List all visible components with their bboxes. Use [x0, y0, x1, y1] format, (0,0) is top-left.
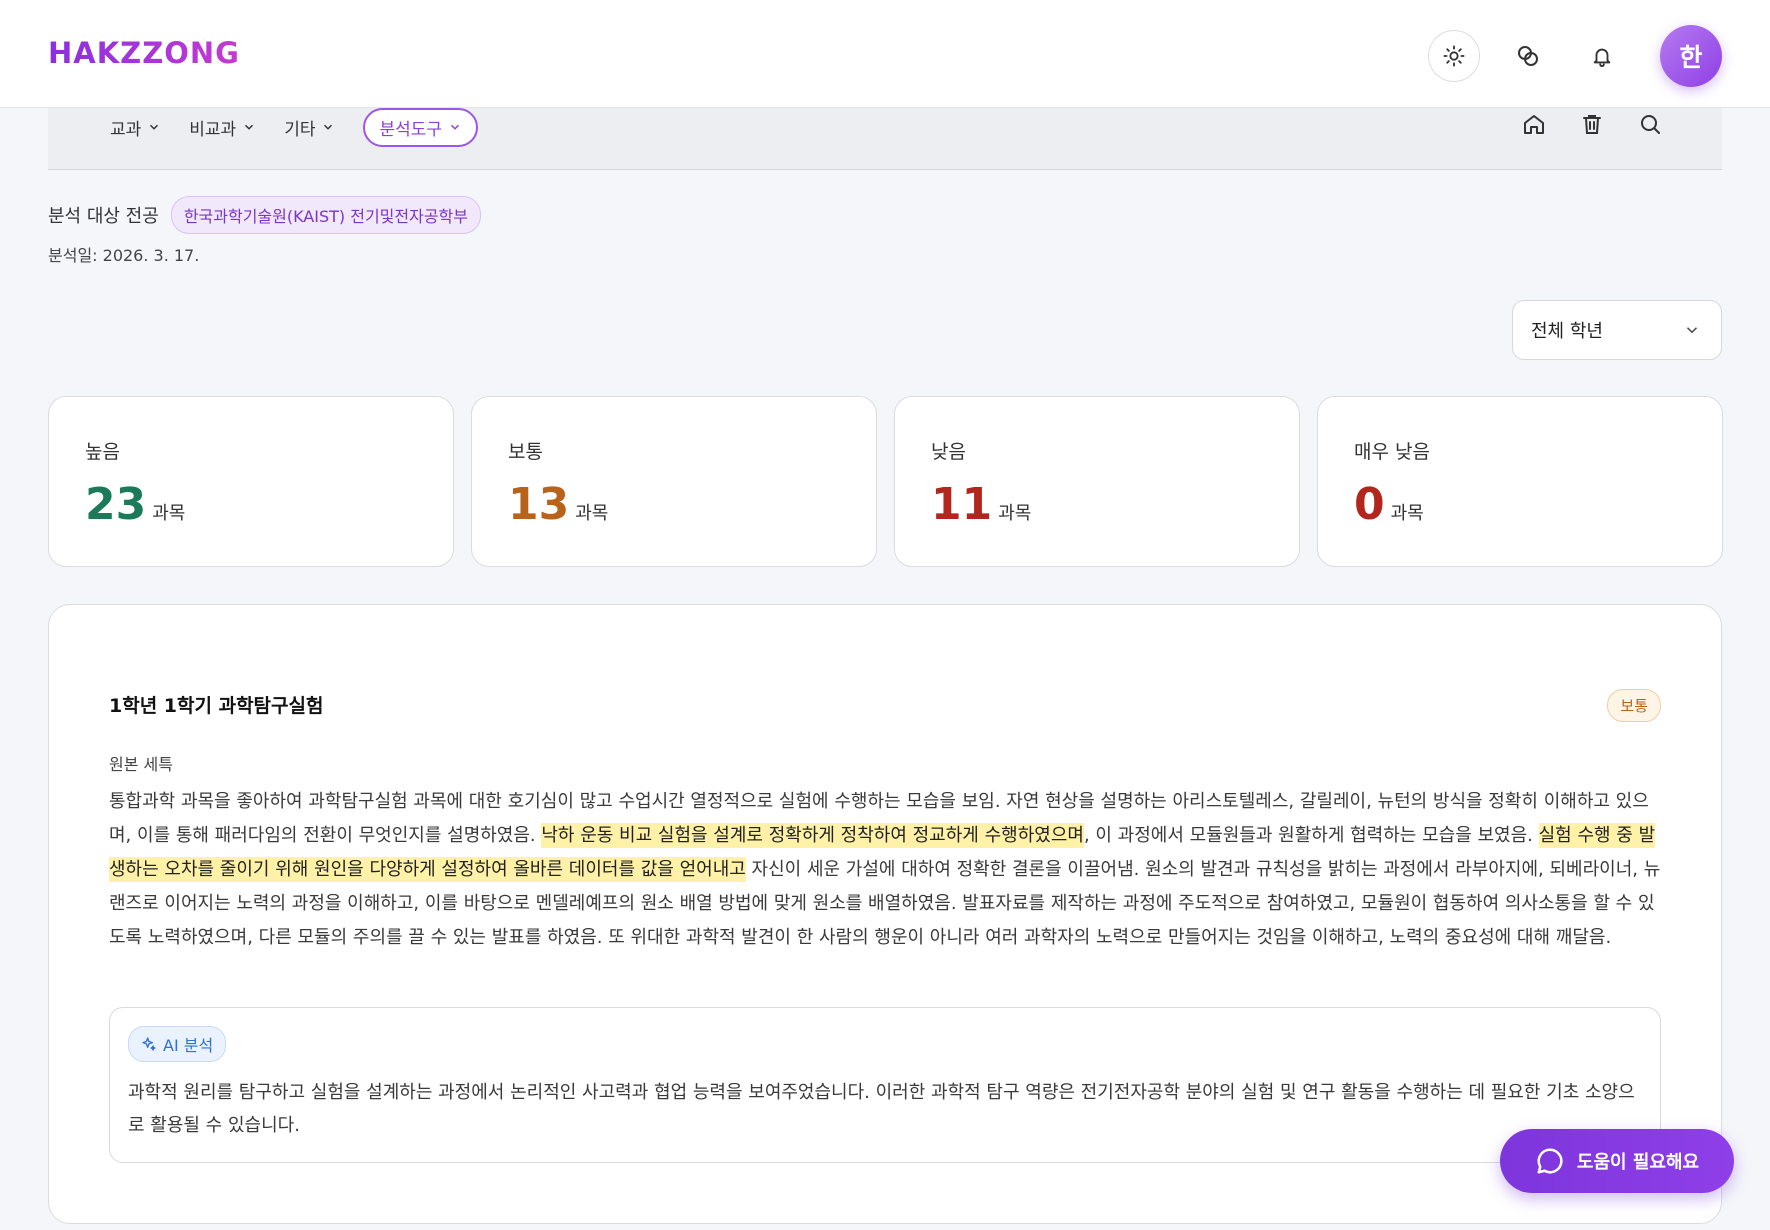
nav-item-label: 기타 — [284, 119, 316, 140]
ai-analysis-text: 과학적 원리를 탐구하고 실험을 설계하는 과정에서 논리적인 사고력과 협업 … — [128, 1082, 1635, 1136]
nav-actions — [1522, 112, 1662, 136]
stat-value-row: 0 과목 — [1354, 479, 1424, 530]
top-actions: 한 — [1428, 25, 1722, 87]
nav-item-analysis-tools[interactable]: 분석도구 — [363, 107, 479, 147]
subject-detail-card: 1학년 1학기 과학탐구실험 보통 원본 세특 통합과학 과목을 좋아하여 과학… — [48, 604, 1722, 1224]
theme-sun-icon[interactable] — [1428, 30, 1480, 82]
highlight-text: 낙하 운동 비교 실험을 설계로 정확하게 정착하여 정교하게 수행하였으며 — [541, 823, 1084, 848]
stat-label: 매우 낮음 — [1354, 441, 1430, 463]
stat-count: 23 — [85, 479, 147, 530]
help-button-label: 도움이 필요해요 — [1576, 1152, 1700, 1173]
nav-item-label: 교과 — [110, 119, 142, 140]
secondary-nav: 교과 비교과 기타 분석도구 — [48, 107, 1722, 170]
major-chip: 한국과학기술원(KAIST) 전기및전자공학부 — [170, 196, 481, 234]
analysis-date: 분석일: 2026. 3. 17. — [48, 246, 200, 265]
top-bar: HAKZZONG 한 — [0, 0, 1770, 108]
stat-unit: 과목 — [152, 503, 186, 524]
ai-analysis-box: AI 분석 과학적 원리를 탐구하고 실험을 설계하는 과정에서 논리적인 사고… — [109, 1007, 1661, 1163]
link-icon[interactable] — [1502, 30, 1554, 82]
stat-label: 높음 — [85, 441, 120, 463]
nav-item-extracurricular[interactable]: 비교과 — [189, 115, 256, 140]
ai-analysis-chip: AI 분석 — [128, 1026, 227, 1062]
trash-icon[interactable] — [1580, 112, 1604, 136]
search-icon[interactable] — [1638, 112, 1662, 136]
app-logo[interactable]: HAKZZONG — [48, 36, 240, 70]
chevron-down-icon — [324, 124, 333, 130]
grade-filter-value: 전체 학년 — [1531, 321, 1603, 342]
stat-value-row: 11 과목 — [931, 479, 1031, 530]
stat-count: 13 — [508, 479, 570, 530]
stat-unit: 과목 — [575, 503, 609, 524]
chevron-down-icon — [245, 124, 254, 130]
ai-analysis-label: AI 분석 — [163, 1036, 214, 1055]
level-badge: 보통 — [1607, 689, 1661, 722]
stat-unit: 과목 — [1390, 503, 1424, 524]
chevron-down-icon — [451, 124, 460, 130]
stat-card-high: 높음 23 과목 — [48, 396, 454, 567]
stat-label: 낮음 — [931, 441, 966, 463]
chevron-down-icon — [1686, 327, 1698, 334]
chevron-down-icon — [150, 124, 159, 130]
stat-count: 0 — [1354, 479, 1385, 530]
nav-item-curricular[interactable]: 교과 — [110, 115, 161, 140]
stat-card-very-low: 매우 낮음 0 과목 — [1317, 396, 1723, 567]
grade-filter-select[interactable]: 전체 학년 — [1512, 300, 1722, 360]
stat-value-row: 13 과목 — [508, 479, 608, 530]
user-avatar[interactable]: 한 — [1660, 25, 1722, 87]
subject-title: 1학년 1학기 과학탐구실험 — [109, 695, 324, 717]
chat-bubble-icon — [1537, 1148, 1563, 1174]
sparkle-icon — [142, 1037, 156, 1051]
nav-item-label: 분석도구 — [379, 119, 443, 140]
nav-item-label: 비교과 — [189, 119, 237, 140]
stat-value-row: 23 과목 — [85, 479, 185, 530]
stat-card-medium: 보통 13 과목 — [471, 396, 877, 567]
stat-count: 11 — [931, 479, 993, 530]
stat-card-low: 낮음 11 과목 — [894, 396, 1300, 567]
stat-label: 보통 — [508, 441, 543, 463]
home-icon[interactable] — [1522, 112, 1546, 136]
original-label: 원본 세특 — [109, 755, 173, 774]
stat-unit: 과목 — [998, 503, 1032, 524]
original-text-part: , 이 과정에서 모듈원들과 원활하게 협력하는 모습을 보였음. — [1083, 825, 1539, 846]
help-button[interactable]: 도움이 필요해요 — [1500, 1129, 1734, 1193]
major-label: 분석 대상 전공 — [48, 206, 159, 227]
nav-item-other[interactable]: 기타 — [284, 115, 335, 140]
nav-menu: 교과 비교과 기타 분석도구 — [110, 107, 479, 147]
major-row: 분석 대상 전공 한국과학기술원(KAIST) 전기및전자공학부 — [48, 196, 481, 234]
original-text: 통합과학 과목을 좋아하여 과학탐구실험 과목에 대한 호기심이 많고 수업시간… — [109, 785, 1671, 955]
bell-icon[interactable] — [1576, 30, 1628, 82]
